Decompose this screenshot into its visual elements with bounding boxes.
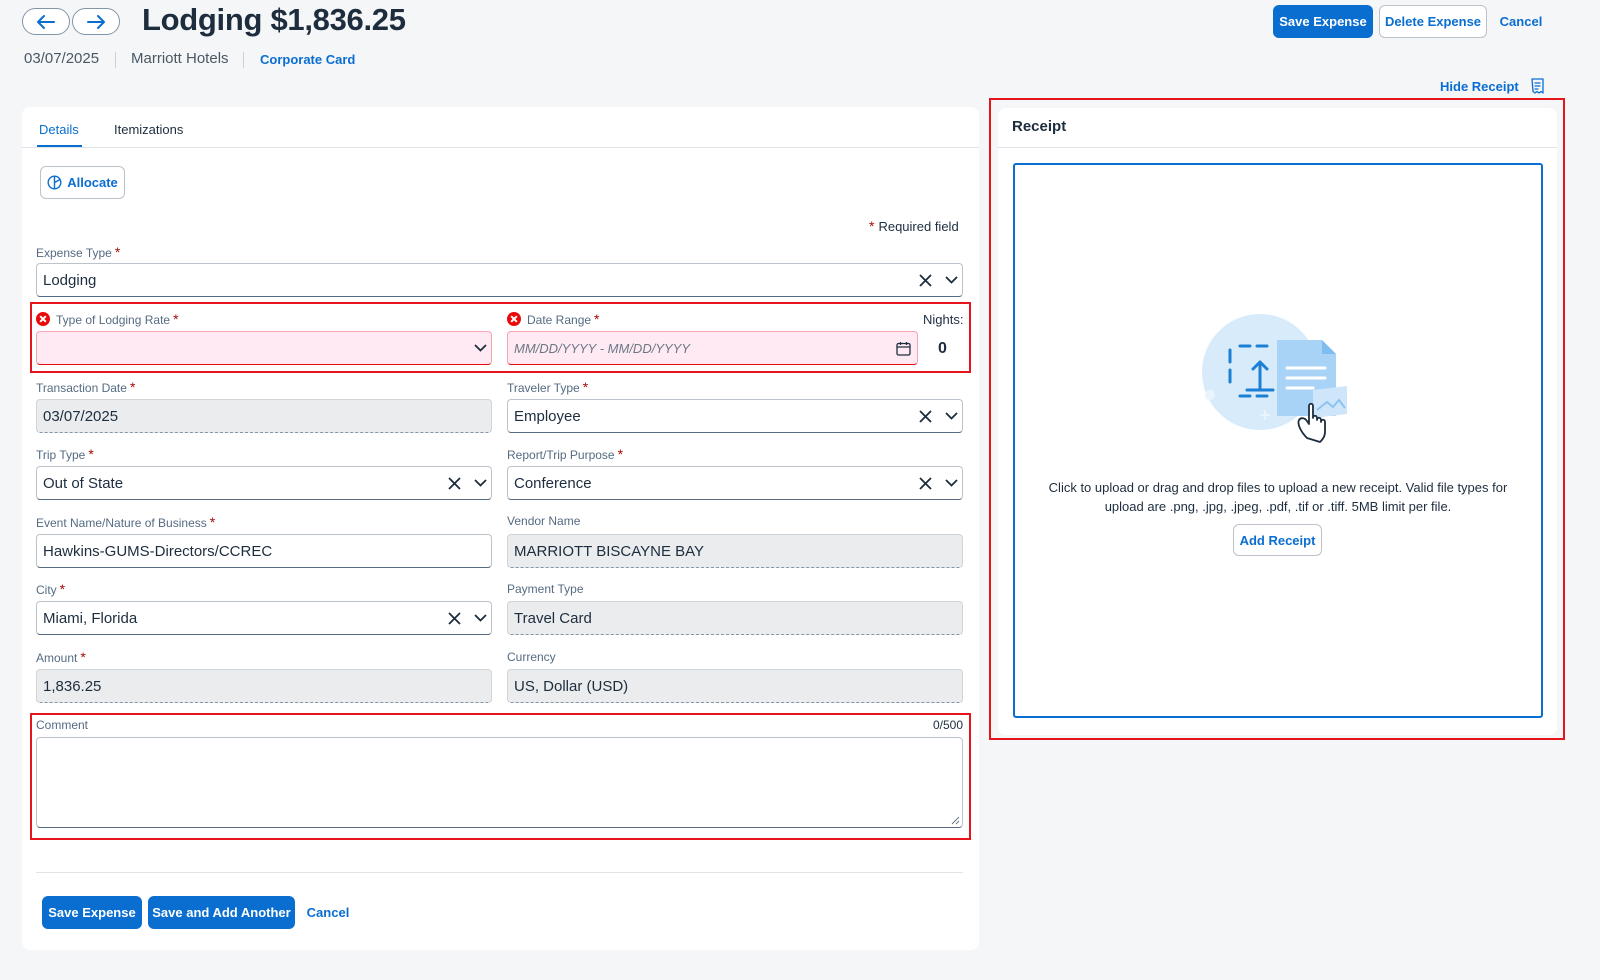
payment-method-link[interactable]: Corporate Card bbox=[260, 52, 355, 67]
save-and-add-another-button[interactable]: Save and Add Another bbox=[148, 896, 295, 929]
forward-button[interactable] bbox=[72, 8, 120, 35]
add-receipt-button[interactable]: Add Receipt bbox=[1233, 524, 1322, 556]
payment-type-label: Payment Type bbox=[507, 582, 584, 596]
trip-type-select[interactable]: Out of State bbox=[36, 466, 492, 500]
trip-purpose-select[interactable]: Conference bbox=[507, 466, 963, 500]
traveler-type-select[interactable]: Employee bbox=[507, 399, 963, 433]
hide-receipt-toggle[interactable]: Hide Receipt bbox=[1440, 78, 1544, 94]
clear-icon[interactable] bbox=[446, 475, 462, 491]
clear-icon[interactable] bbox=[917, 475, 933, 491]
city-select[interactable]: Miami, Florida bbox=[36, 601, 492, 635]
currency-field: US, Dollar (USD) bbox=[507, 669, 963, 703]
vendor-name-field: MARRIOTT BISCAYNE BAY bbox=[507, 534, 963, 568]
receipt-divider bbox=[998, 147, 1557, 148]
allocate-button[interactable]: Allocate bbox=[40, 166, 125, 199]
amount-field: 1,836.25 bbox=[36, 669, 492, 703]
expense-date: 03/07/2025 bbox=[24, 50, 100, 67]
currency-label: Currency bbox=[507, 650, 556, 664]
chevron-down-icon[interactable] bbox=[943, 272, 959, 288]
date-range-label: Date Range * bbox=[507, 311, 600, 327]
delete-expense-button[interactable]: Delete Expense bbox=[1379, 5, 1487, 38]
required-field-note: * Required field bbox=[869, 218, 959, 234]
payment-type-field: Travel Card bbox=[507, 601, 963, 635]
traveler-type-label: Traveler Type * bbox=[507, 379, 589, 395]
arrow-left-icon bbox=[37, 14, 55, 29]
tab-itemizations[interactable]: Itemizations bbox=[114, 122, 183, 137]
comment-counter: 0/500 bbox=[933, 718, 964, 732]
expense-type-value: Lodging bbox=[43, 271, 97, 289]
cancel-button[interactable]: Cancel bbox=[1494, 5, 1548, 38]
event-name-label: Event Name/Nature of Business * bbox=[36, 514, 216, 530]
receipt-icon bbox=[1531, 78, 1544, 94]
clear-icon[interactable] bbox=[446, 610, 462, 626]
footer-divider bbox=[36, 872, 963, 873]
amount-label: Amount * bbox=[36, 649, 86, 665]
error-icon bbox=[36, 312, 50, 326]
allocate-pie-icon bbox=[47, 175, 62, 190]
clear-icon[interactable] bbox=[917, 408, 933, 424]
vendor-name-label: Vendor Name bbox=[507, 514, 581, 528]
city-label: City * bbox=[36, 581, 66, 597]
comment-textarea[interactable] bbox=[36, 737, 963, 828]
comment-label: Comment bbox=[36, 718, 89, 732]
calendar-icon[interactable] bbox=[895, 340, 911, 356]
upload-illustration-icon bbox=[1202, 314, 1347, 443]
expense-type-select[interactable]: Lodging bbox=[36, 263, 963, 297]
back-button[interactable] bbox=[22, 8, 70, 35]
date-range-input[interactable]: MM/DD/YYYY - MM/DD/YYYY bbox=[507, 331, 918, 365]
page-title: Lodging $1,836.25 bbox=[142, 2, 406, 37]
expense-type-label: Expense Type * bbox=[36, 244, 121, 260]
trip-purpose-label: Report/Trip Purpose * bbox=[507, 446, 624, 462]
clear-icon[interactable] bbox=[917, 272, 933, 288]
tab-details[interactable]: Details bbox=[39, 122, 79, 137]
tab-divider bbox=[22, 147, 979, 148]
allocate-label: Allocate bbox=[67, 175, 118, 190]
resize-handle-icon[interactable] bbox=[951, 816, 960, 825]
save-expense-button[interactable]: Save Expense bbox=[1273, 5, 1373, 38]
date-range-placeholder: MM/DD/YYYY - MM/DD/YYYY bbox=[514, 340, 691, 356]
arrow-right-icon bbox=[87, 14, 105, 29]
lodging-rate-select[interactable] bbox=[36, 331, 492, 365]
chevron-down-icon[interactable] bbox=[472, 340, 488, 356]
nights-label: Nights: bbox=[923, 312, 964, 327]
nights-value: 0 bbox=[938, 340, 947, 357]
chevron-down-icon[interactable] bbox=[472, 475, 488, 491]
transaction-date-field: 03/07/2025 bbox=[36, 399, 492, 433]
hide-receipt-label: Hide Receipt bbox=[1440, 78, 1519, 94]
footer-cancel-button[interactable]: Cancel bbox=[304, 896, 352, 929]
chevron-down-icon[interactable] bbox=[943, 408, 959, 424]
transaction-date-label: Transaction Date * bbox=[36, 379, 136, 395]
receipt-title: Receipt bbox=[1012, 118, 1067, 135]
footer-save-expense-button[interactable]: Save Expense bbox=[42, 896, 142, 929]
trip-type-label: Trip Type * bbox=[36, 446, 94, 462]
lodging-rate-label: Type of Lodging Rate * bbox=[36, 311, 179, 327]
chevron-down-icon[interactable] bbox=[943, 475, 959, 491]
vendor-label: Marriott Hotels bbox=[131, 50, 229, 67]
event-name-input[interactable]: Hawkins-GUMS-Directors/CCREC bbox=[36, 534, 492, 568]
chevron-down-icon[interactable] bbox=[472, 610, 488, 626]
error-icon bbox=[507, 312, 521, 326]
receipt-instructions: Click to upload or drag and drop files t… bbox=[1048, 480, 1508, 514]
